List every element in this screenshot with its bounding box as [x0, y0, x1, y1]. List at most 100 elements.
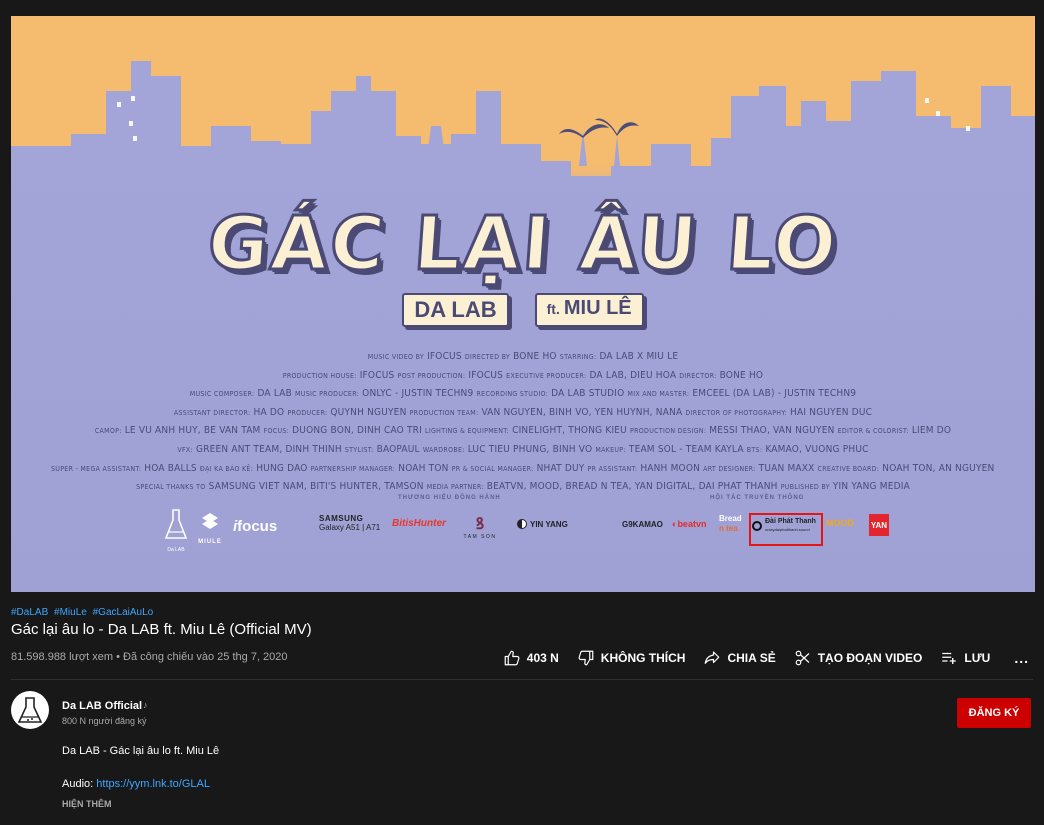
credit-role: PR & SOCIAL MANAGER: [451, 464, 534, 473]
galaxy-logo-text: Galaxy A51 | A71 [319, 523, 381, 532]
like-count: 403 N [526, 651, 559, 665]
credit-name: IFOCUS [468, 369, 504, 381]
hashtag-link[interactable]: #GacLaiAuLo [93, 607, 154, 618]
samsung-logo-text: SAMSUNG [319, 514, 364, 523]
credit-name: QUYNH NGUYEN [330, 406, 407, 418]
sponsor-label-left: THƯƠNG HIỆU ĐỒNG HÀNH [398, 495, 501, 501]
audio-label: Audio: [62, 778, 94, 790]
credit-role: WARDROBE: [422, 445, 465, 454]
mv-title-art: GÁC LẠI ÂU LO [203, 200, 842, 289]
dislike-button[interactable]: KHÔNG THÍCH [577, 649, 685, 667]
credit-name: YIN YANG MEDIA [832, 481, 910, 493]
credit-name: KAMAO, VUONG PHUC [765, 443, 869, 455]
audio-link[interactable]: https://yym.lnk.to/GLAL [96, 778, 210, 790]
ifocus-logo-text: focus [237, 518, 278, 535]
like-button[interactable]: 403 N [503, 649, 559, 667]
credit-name: MESSI THAO, VAN NGUYEN [709, 425, 835, 437]
credit-name: ONLYC - JUSTIN TECHN9 [362, 388, 474, 400]
beatvn-logo: ◐beatvn [672, 519, 706, 529]
credit-role: MEDIA PARTNER: [426, 483, 484, 492]
credit-line: ASSISTANT DIRECTOR: HA DO PRODUCER: QUYN… [51, 404, 995, 423]
credit-role: MAKEUP: [595, 445, 626, 454]
credit-role: FOCUS: [263, 427, 290, 436]
artist-badge: DA LAB [402, 293, 509, 327]
samsung-logo: SAMSUNG Galaxy A51 | A71 [319, 514, 380, 532]
credit-role: CAMOP: [94, 427, 122, 436]
hashtag-link[interactable]: #DaLAB [11, 607, 48, 618]
beatvn-logo-text: beatvn [677, 519, 707, 529]
credit-name: DA LAB STUDIO [551, 388, 625, 400]
clip-button[interactable]: TẠO ĐOẠN VIDEO [794, 649, 923, 667]
save-button[interactable]: LƯU [940, 649, 990, 667]
credit-role: DIRECTOR: [679, 371, 717, 380]
miule-mark-icon [202, 513, 218, 529]
subscriber-count: 800 N người đăng ký [62, 716, 147, 726]
hashtags: #DaLAB #MiuLe #GacLaiAuLo [11, 607, 156, 618]
credit-name: VAN NGUYEN, BINH VO, YEN HUYNH, NANA [481, 406, 683, 418]
flask-icon [17, 697, 43, 723]
thumbs-down-icon [578, 650, 594, 666]
bitis-logo: BitisHunter [392, 518, 446, 529]
mv-credits: MUSIC VIDEO BY IFOCUS DIRECTED BY BONE H… [51, 348, 995, 497]
credit-name: HAI NGUYEN DUC [790, 406, 873, 418]
credit-line: SPECIAL THANKS TO SAMSUNG VIET NAM, BITI… [51, 478, 995, 497]
g9kamao-logo: G9KAMAO [622, 520, 663, 529]
credit-line: VFX: GREEN ANT TEAM, DINH THINH STYLIST:… [51, 441, 995, 460]
divider [11, 679, 1033, 680]
credit-role: DIRECTOR OF PHOTOGRAPHY: [685, 408, 787, 417]
credit-name: NOAH TON, AN NGUYEN, MPAKK [882, 462, 995, 474]
feat-prefix: ft. [546, 301, 560, 317]
more-icon: ... [1014, 650, 1029, 666]
dalab-logo: Da LAB [159, 508, 193, 553]
credit-line: MUSIC VIDEO BY IFOCUS DIRECTED BY BONE H… [51, 348, 995, 367]
credit-role: EDITOR & COLORIST: [837, 427, 909, 436]
more-actions-button[interactable]: ... [1014, 650, 1029, 666]
credit-name: HOA BALLS [144, 462, 197, 474]
credit-role: STYLIST: [344, 445, 374, 454]
sponsor-logos: Da LAB MIULE ifocus SAMSUNG Galaxy A51 |… [11, 508, 1035, 558]
description-text: Da LAB - Gác lại âu lo ft. Miu Lê [62, 745, 220, 757]
channel-avatar[interactable] [11, 691, 49, 729]
credit-name: IFOCUS [359, 369, 395, 381]
clip-label: TẠO ĐOẠN VIDEO [817, 651, 923, 665]
credit-role: VFX: [177, 445, 193, 454]
flask-icon [164, 509, 188, 539]
credit-role: DIRECTED BY [464, 353, 511, 361]
tamson-logo: ꝸ TAM SON [456, 512, 504, 540]
show-more-button[interactable]: HIỆN THÊM [62, 799, 112, 809]
credit-name: BONE HO [513, 351, 557, 362]
highlight-box [749, 513, 823, 546]
video-player[interactable]: GÁC LẠI ÂU LO DA LAB ft. MIU LÊ MUSIC VID… [11, 16, 1035, 592]
credit-role: MUSIC COMPOSER: [189, 390, 255, 399]
credit-role: PRODUCTION HOUSE: [282, 371, 357, 380]
share-button[interactable]: CHIA SẺ [703, 649, 776, 667]
credit-role: CREATIVE BOARD: [817, 464, 880, 473]
credit-name: HANH MOON [640, 462, 701, 474]
credit-name: LUC TIEU PHUNG, BINH VO [467, 443, 593, 455]
credit-name: BEATVN, MOOD, BREAD N TEA, YAN DIGITAL, … [486, 481, 778, 493]
sponsor-labels: THƯƠNG HIỆU ĐỒNG HÀNH HỘI TÁC TRUYỀN THÔ… [11, 495, 1035, 505]
credit-role: POST PRODUCTION: [397, 371, 466, 380]
description-audio: Audio: https://yym.lnk.to/GLAL [62, 778, 210, 790]
credit-name: DA LAB X MIU LE [599, 351, 679, 362]
credit-role: ART DESIGNER: [703, 464, 756, 473]
sponsor-label-right: HỘI TÁC TRUYỀN THÔNG [710, 495, 805, 501]
scissors-icon [795, 650, 810, 666]
credit-role: MUSIC PRODUCER: [295, 390, 360, 399]
yinyang-icon [517, 519, 527, 529]
hashtag-link[interactable]: #MiuLe [54, 607, 87, 618]
meta-separator: • [116, 651, 120, 663]
credit-role: PRODUCTION DESIGN: [630, 427, 707, 436]
credit-role: EXECUTIVE PRODUCER: [506, 371, 587, 380]
subscribe-button[interactable]: ĐĂNG KÝ [957, 698, 1031, 728]
credit-name: NHAT DUY [536, 462, 585, 474]
tamson-mark-icon: ꝸ [475, 514, 485, 533]
credit-line: CAMOP: LE VU ANH HUY, BE VAN TAM FOCUS: … [51, 422, 995, 441]
credit-name: TUAN MAXX [758, 462, 815, 474]
ifocus-logo: ifocus [233, 518, 277, 535]
credit-role: PRODUCTION TEAM: [409, 408, 479, 417]
thumbs-up-icon [504, 650, 520, 666]
channel-name[interactable]: Da LAB Official [62, 700, 142, 712]
credit-name: EMCEEL (DA LAB) - JUSTIN TECHN9 [692, 388, 857, 400]
bread-logo-subtext: n tea [719, 524, 738, 533]
